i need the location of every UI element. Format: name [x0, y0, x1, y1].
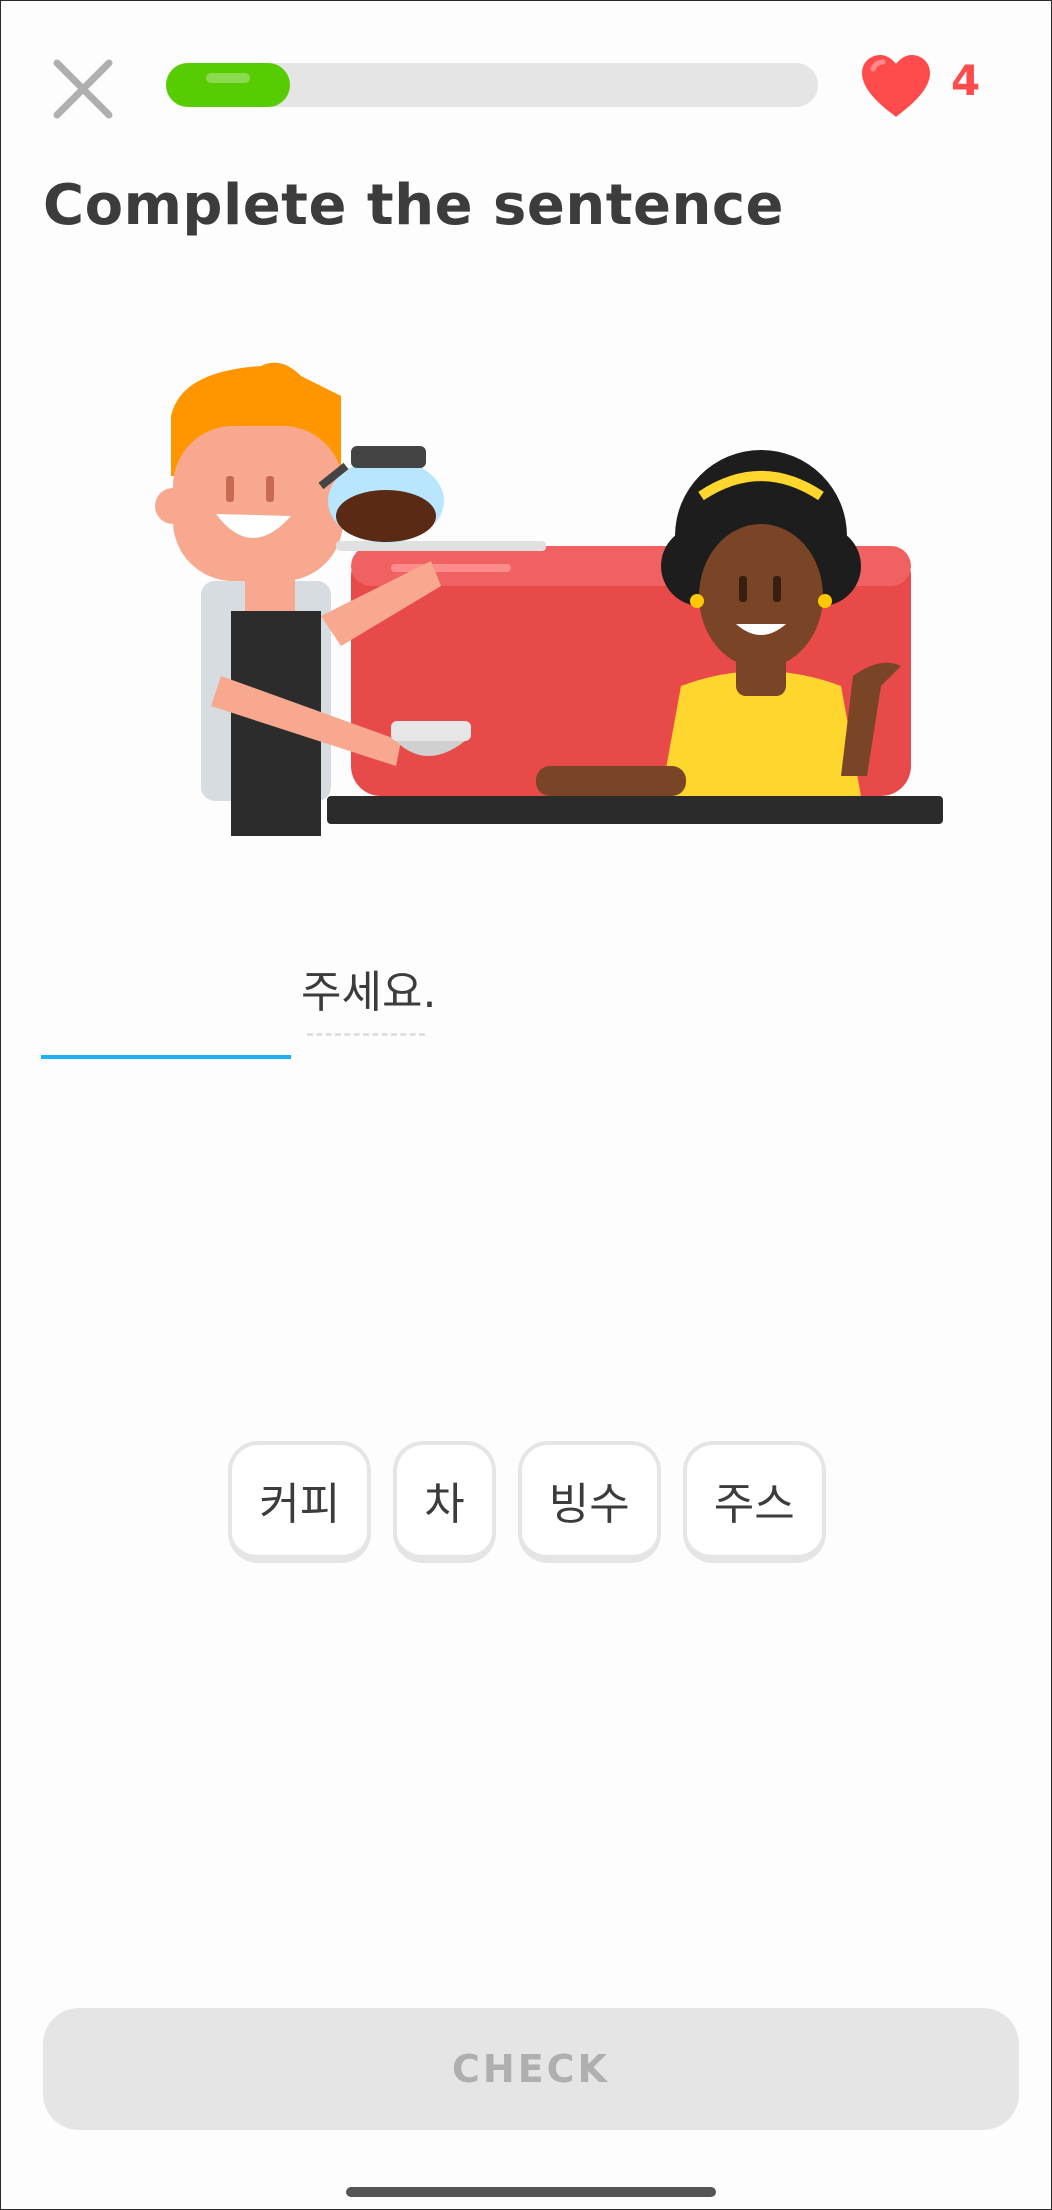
sentence-word[interactable]: 주세요. — [301, 956, 436, 1020]
home-indicator — [346, 2187, 716, 2197]
word-tile[interactable]: 커피 — [228, 1441, 372, 1563]
page-title: Complete the sentence — [43, 173, 785, 238]
hearts-count: 4 — [951, 56, 981, 105]
word-tile[interactable]: 차 — [393, 1441, 496, 1563]
heart-icon — [859, 53, 933, 119]
lesson-progress-bar — [166, 63, 818, 107]
check-button[interactable]: CHECK — [43, 2008, 1019, 2130]
close-x-icon — [53, 59, 113, 119]
word-tile[interactable]: 주스 — [682, 1441, 826, 1563]
progress-shine — [206, 73, 250, 83]
word-hint-underline — [307, 1033, 425, 1036]
word-tile[interactable]: 빙수 — [517, 1441, 661, 1563]
word-bank: 커피 차 빙수 주스 — [1, 1441, 1052, 1563]
close-button[interactable] — [47, 53, 119, 125]
progress-fill — [166, 63, 290, 107]
cafe-scene-illustration — [141, 356, 951, 836]
answer-blank[interactable] — [41, 1055, 291, 1059]
